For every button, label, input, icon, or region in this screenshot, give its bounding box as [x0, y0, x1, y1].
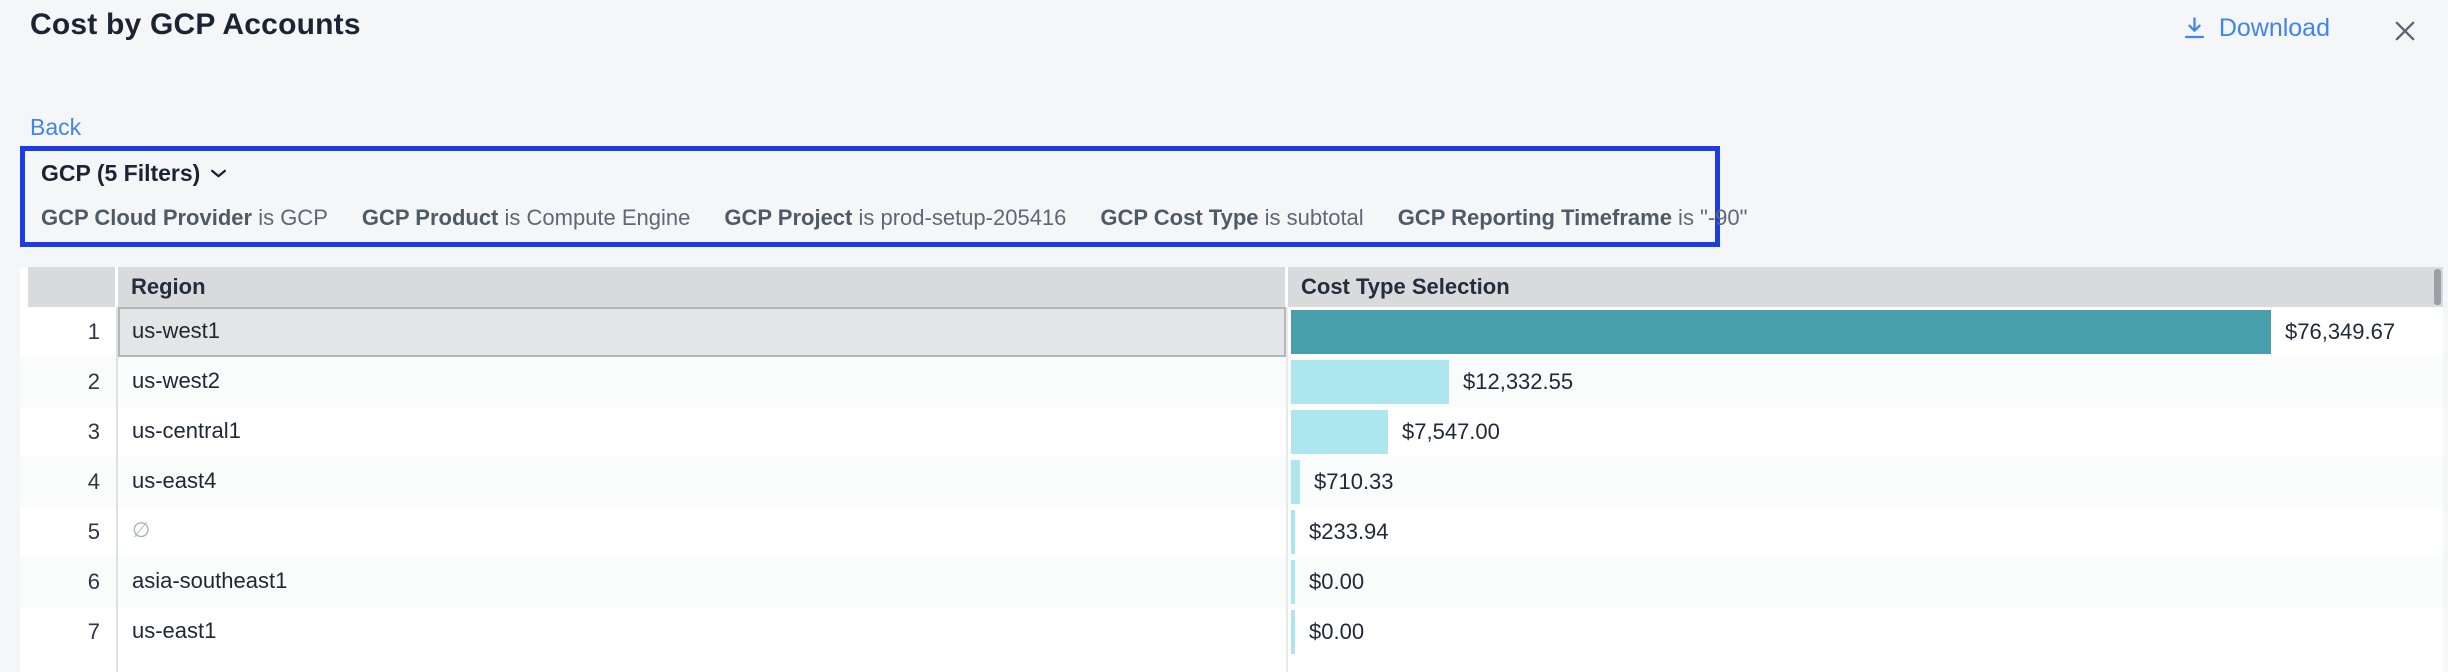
download-icon [2181, 15, 2208, 42]
row-number: 4 [20, 457, 118, 507]
cost-bar[interactable] [1291, 610, 1295, 654]
filter-chip: GCP Cost Type is subtotal [1100, 205, 1363, 231]
table-row: 5∅ $233.94 [20, 507, 2443, 557]
cost-bar-cell: $12,332.55 [1288, 357, 2443, 407]
cost-bar-cell: $0.00 [1288, 557, 2443, 607]
row-number: 7 [20, 607, 118, 657]
region-cell[interactable]: us-east4 [118, 457, 1288, 507]
row-number-column-header [28, 267, 115, 307]
cost-bar[interactable] [1291, 360, 1449, 404]
region-cell[interactable]: ∅ [118, 507, 1288, 557]
cost-bar[interactable] [1291, 510, 1295, 554]
filter-chip: GCP Project is prod-setup-205416 [724, 205, 1066, 231]
filter-chip: GCP Reporting Timeframe is "-90" [1398, 205, 1748, 231]
cost-value-label: $710.33 [1314, 469, 1394, 495]
cost-value-label: $12,332.55 [1463, 369, 1573, 395]
row-number: 3 [20, 407, 118, 457]
download-button[interactable]: Download [2181, 14, 2330, 43]
region-cell[interactable]: us-central1 [118, 407, 1288, 457]
table-row: 3us-central1 $7,547.00 [20, 407, 2443, 457]
cost-bar-cell: $76,349.67 [1288, 307, 2443, 357]
row-number: 2 [20, 357, 118, 407]
cost-bar-cell: $7,547.00 [1288, 407, 2443, 457]
region-cell[interactable]: us-west2 [118, 357, 1288, 407]
row-number: 6 [20, 557, 118, 607]
row-number: 1 [20, 307, 118, 357]
cost-value-label: $233.94 [1309, 519, 1389, 545]
cost-bar-cell: $233.94 [1288, 507, 2443, 557]
table-row: 2us-west2 $12,332.55 [20, 357, 2443, 407]
table-body: 1us-west1$76,349.672us-west2$12,332.553u… [20, 307, 2443, 657]
cost-value-label: $0.00 [1309, 569, 1364, 595]
region-cell[interactable]: asia-southeast1 [118, 557, 1288, 607]
cost-bar-cell: $0.00 [1288, 607, 2443, 657]
cost-bar-cell: $710.33 [1288, 457, 2443, 507]
download-label: Download [2219, 14, 2330, 43]
cost-report-panel: Cost by GCP Accounts Download Back GCP (… [0, 0, 2448, 672]
cost-value-label: $7,547.00 [1402, 419, 1500, 445]
page-title: Cost by GCP Accounts [30, 8, 361, 42]
cost-value-label: $0.00 [1309, 619, 1364, 645]
chevron-down-icon [210, 168, 227, 179]
filter-group-label: GCP (5 Filters) [41, 160, 200, 187]
filter-list: GCP Cloud Provider is GCP GCP Product is … [41, 205, 1747, 231]
cost-value-label: $76,349.67 [2285, 319, 2395, 345]
cost-column-header[interactable]: Cost Type Selection [1288, 267, 2443, 307]
table-row: 7us-east1 $0.00 [20, 607, 2443, 657]
close-icon [2391, 17, 2419, 45]
region-cell[interactable]: us-west1 [118, 307, 1288, 357]
cost-bar[interactable] [1291, 310, 2271, 354]
region-column-header[interactable]: Region [118, 267, 1285, 307]
filter-chip: GCP Product is Compute Engine [362, 205, 691, 231]
table-row: 4us-east4 $710.33 [20, 457, 2443, 507]
cost-bar[interactable] [1291, 460, 1300, 504]
filter-chip: GCP Cloud Provider is GCP [41, 205, 328, 231]
cost-bar[interactable] [1291, 410, 1388, 454]
row-number: 5 [20, 507, 118, 557]
filter-group-box: GCP (5 Filters) GCP Cloud Provider is GC… [20, 146, 1720, 247]
table-header: Region Cost Type Selection [20, 267, 2443, 307]
close-button[interactable] [2390, 16, 2420, 46]
back-link[interactable]: Back [30, 114, 81, 141]
cost-bar[interactable] [1291, 560, 1295, 604]
filter-group-toggle[interactable]: GCP (5 Filters) [41, 160, 227, 187]
vertical-scrollbar-thumb[interactable] [2434, 269, 2441, 305]
region-cell[interactable]: us-east1 [118, 607, 1288, 657]
table-row: 6asia-southeast1 $0.00 [20, 557, 2443, 607]
table-row: 1us-west1 $76,349.67 [20, 307, 2443, 357]
cost-table: Region Cost Type Selection 1us-west1 $76,… [20, 267, 2443, 672]
table-row-partial [20, 657, 2443, 672]
